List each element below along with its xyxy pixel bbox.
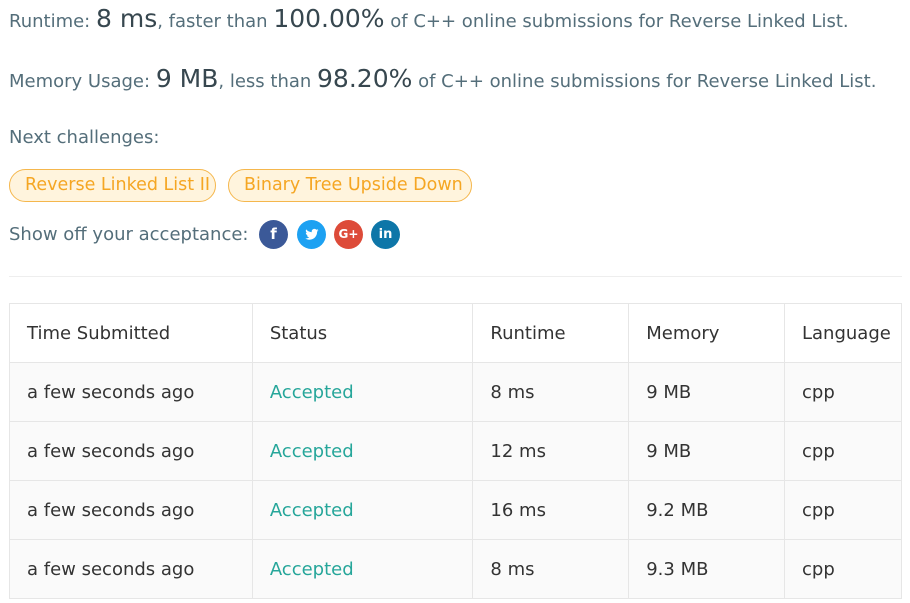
cell-time: a few seconds ago	[9, 362, 253, 422]
table-header-row: Time Submitted Status Runtime Memory Lan…	[9, 303, 902, 363]
table-row: a few seconds ago Accepted 12 ms 9 MB cp…	[9, 421, 902, 481]
header-memory[interactable]: Memory	[628, 303, 785, 363]
cell-language: cpp	[784, 539, 902, 599]
runtime-label: Runtime:	[9, 11, 91, 32]
memory-percent: 98.20%	[317, 64, 413, 93]
cell-time: a few seconds ago	[9, 480, 253, 540]
cell-time: a few seconds ago	[9, 421, 253, 481]
google-plus-icon[interactable]: G+	[334, 220, 363, 249]
challenge-chip-binary-tree-upside-down[interactable]: Binary Tree Upside Down	[228, 169, 472, 202]
cell-runtime: 8 ms	[472, 539, 630, 599]
runtime-comparison: , faster than	[157, 11, 268, 32]
cell-language: cpp	[784, 480, 902, 540]
cell-memory: 9.3 MB	[628, 539, 785, 599]
runtime-summary: Runtime: 8 ms, faster than 100.00% of C+…	[9, 4, 849, 33]
header-status[interactable]: Status	[251, 303, 474, 363]
cell-time: a few seconds ago	[9, 539, 253, 599]
header-runtime[interactable]: Runtime	[472, 303, 630, 363]
cell-runtime: 8 ms	[472, 362, 630, 422]
runtime-percent: 100.00%	[273, 4, 385, 33]
header-language[interactable]: Language	[784, 303, 902, 363]
table-row: a few seconds ago Accepted 16 ms 9.2 MB …	[9, 480, 902, 540]
submissions-table: Time Submitted Status Runtime Memory Lan…	[9, 303, 902, 599]
cell-memory: 9.2 MB	[628, 480, 785, 540]
linkedin-icon[interactable]: in	[371, 220, 400, 249]
header-time-submitted[interactable]: Time Submitted	[9, 303, 253, 363]
table-row: a few seconds ago Accepted 8 ms 9 MB cpp	[9, 362, 902, 422]
cell-runtime: 12 ms	[472, 421, 630, 481]
facebook-icon[interactable]: f	[259, 220, 288, 249]
next-challenges-label: Next challenges:	[9, 127, 160, 148]
cell-status-link[interactable]: Accepted	[251, 421, 474, 481]
cell-language: cpp	[784, 421, 902, 481]
memory-summary: Memory Usage: 9 MB, less than 98.20% of …	[9, 64, 876, 93]
memory-suffix: of C++ online submissions for Reverse Li…	[418, 71, 877, 92]
table-row: a few seconds ago Accepted 8 ms 9.3 MB c…	[9, 539, 902, 599]
cell-language: cpp	[784, 362, 902, 422]
memory-comparison: , less than	[218, 71, 312, 92]
cell-runtime: 16 ms	[472, 480, 630, 540]
twitter-bird-icon	[305, 228, 319, 240]
twitter-icon[interactable]	[297, 220, 326, 249]
cell-memory: 9 MB	[628, 362, 785, 422]
cell-status-link[interactable]: Accepted	[251, 539, 474, 599]
memory-value: 9 MB	[155, 64, 219, 93]
cell-memory: 9 MB	[628, 421, 785, 481]
memory-label: Memory Usage:	[9, 71, 151, 92]
runtime-suffix: of C++ online submissions for Reverse Li…	[390, 11, 849, 32]
challenge-chip-reverse-linked-list-ii[interactable]: Reverse Linked List II	[9, 169, 216, 202]
share-label: Show off your acceptance:	[9, 224, 249, 245]
section-divider	[9, 276, 902, 277]
cell-status-link[interactable]: Accepted	[251, 362, 474, 422]
runtime-value: 8 ms	[95, 4, 158, 33]
cell-status-link[interactable]: Accepted	[251, 480, 474, 540]
